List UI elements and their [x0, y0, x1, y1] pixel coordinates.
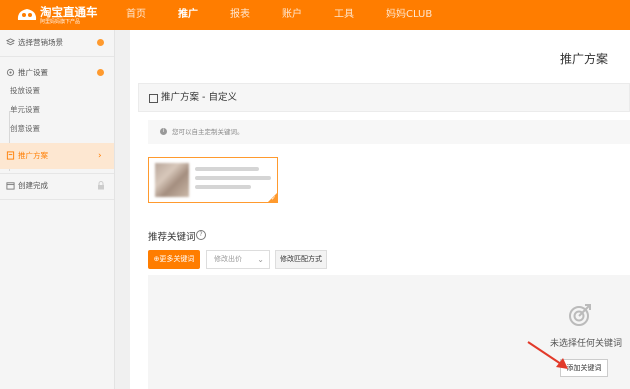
- product-title-blurred: [195, 167, 259, 171]
- logo-icon: [17, 9, 37, 20]
- logo[interactable]: 淘宝直通车 阿里妈妈旗下产品: [16, 4, 116, 26]
- help-icon[interactable]: ?: [196, 230, 206, 240]
- status-dot: [97, 39, 104, 46]
- layers-icon: [6, 38, 15, 46]
- bid-select[interactable]: 修改出价 ⌄: [206, 250, 270, 269]
- section-title: 推广方案 - 自定义: [161, 92, 237, 103]
- top-navbar: 淘宝直通车 阿里妈妈旗下产品 首页 推广 报表 账户 工具 妈妈CLUB: [0, 0, 630, 30]
- nav-account[interactable]: 账户: [282, 0, 302, 30]
- sidebar-step-select-scene[interactable]: 选择营销场景: [0, 30, 114, 56]
- check-icon: ✓: [270, 195, 276, 202]
- product-title-blurred: [195, 176, 271, 180]
- sidebar-step-label: 推广方案: [18, 151, 48, 160]
- chevron-right-icon: ›: [98, 151, 102, 161]
- target-icon: [569, 304, 591, 326]
- logo-subtitle: 阿里妈妈旗下产品: [40, 19, 81, 25]
- sidebar-sub-unit[interactable]: 单元设置: [10, 101, 40, 119]
- match-mode-button[interactable]: 修改匹配方式: [275, 250, 327, 269]
- sidebar: 选择营销场景 推广设置 投放设置 单元设置 创意设置 推广方案 › 创建完成: [0, 30, 115, 389]
- product-title-blurred: [195, 185, 251, 189]
- nav-tools[interactable]: 工具: [334, 0, 354, 30]
- bid-select-value: 修改出价: [214, 255, 242, 263]
- more-keywords-button[interactable]: ⊕更多关键词: [148, 250, 200, 269]
- nav-reports[interactable]: 报表: [230, 0, 250, 30]
- sidebar-step-label: 选择营销场景: [18, 38, 63, 47]
- sidebar-step-complete[interactable]: 创建完成: [0, 173, 114, 199]
- tip-bar: i 您可以自主定制关键词。: [148, 120, 630, 144]
- sidebar-step-label: 创建完成: [18, 181, 48, 190]
- nav-home[interactable]: 首页: [126, 0, 146, 30]
- document-icon: [6, 151, 15, 160]
- nav-mama-club[interactable]: 妈妈CLUB: [386, 0, 432, 30]
- status-dot: [97, 69, 104, 76]
- product-thumbnail: [155, 163, 189, 197]
- product-card[interactable]: ✓: [148, 157, 278, 203]
- calendar-icon: [6, 182, 15, 190]
- page-title: 推广方案: [559, 52, 608, 66]
- square-icon: [149, 94, 158, 103]
- keyword-section-title: 推荐关键词: [148, 232, 196, 243]
- divider: [0, 56, 114, 57]
- divider: [0, 199, 114, 200]
- section-header: 推广方案 - 自定义: [138, 83, 630, 112]
- nav-promotion[interactable]: 推广: [178, 0, 198, 30]
- tip-text: 您可以自主定制关键词。: [172, 128, 244, 136]
- gear-icon: [6, 68, 15, 77]
- main-content: 推广方案 推广方案 - 自定义 i 您可以自主定制关键词。 ✓ 推荐关键词 ? …: [130, 30, 630, 389]
- sidebar-sub-creative[interactable]: 创意设置: [10, 120, 40, 138]
- sidebar-sub-delivery[interactable]: 投放设置: [10, 82, 40, 100]
- lock-icon: [98, 181, 104, 190]
- info-icon: i: [160, 128, 167, 135]
- arrow-icon: [527, 341, 568, 369]
- sidebar-step-plan[interactable]: 推广方案 ›: [0, 143, 114, 169]
- chevron-down-icon: ⌄: [257, 255, 264, 264]
